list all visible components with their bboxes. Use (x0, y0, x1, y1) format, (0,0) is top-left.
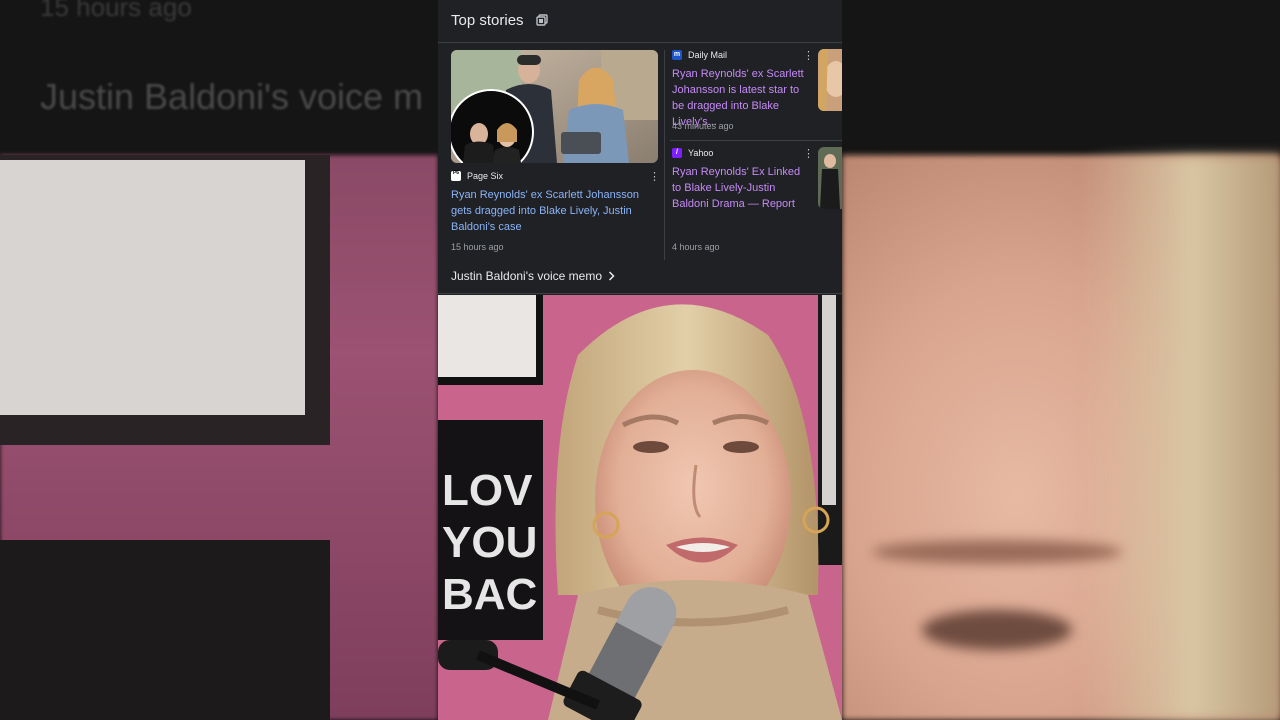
chevron-right-icon (609, 271, 615, 281)
backdrop-hair (1082, 155, 1280, 720)
main-story-image (451, 50, 658, 163)
main-story-time: 15 hours ago (451, 242, 504, 252)
presenter-image: LOV YOU BAC (438, 295, 842, 720)
more-stories-label: Justin Baldoni's voice memo (451, 269, 603, 283)
poster-text-line-2: YOU (442, 518, 537, 567)
side-story-divider (670, 140, 842, 141)
side-story-2-source-name: Yahoo (688, 148, 714, 158)
yahoo-logo: / (672, 148, 682, 158)
more-stories-link[interactable]: Justin Baldoni's voice memo (451, 269, 615, 283)
side-story-2-thumbnail[interactable] (818, 147, 842, 209)
backdrop-frame-paper (0, 160, 305, 415)
more-options-icon[interactable]: ⋮ (803, 49, 814, 62)
poster-text-line-1: LOV (442, 466, 533, 515)
backdrop-eyebrow (872, 540, 1122, 564)
side-story-1-source-name: Daily Mail (688, 50, 728, 60)
stack-icon[interactable] (535, 13, 549, 27)
backdrop-heading: Justin Baldoni's voice m (40, 76, 424, 117)
main-story-source: P6 Page Six (451, 171, 503, 181)
backdrop-header-right (842, 0, 1280, 155)
side-story-1-image (818, 49, 842, 111)
side-story-1-source: m Daily Mail (672, 50, 727, 60)
right-backdrop (842, 0, 1280, 720)
column-divider (664, 50, 665, 260)
side-story-2-headline[interactable]: Ryan Reynolds' Ex Linked to Blake Lively… (672, 164, 812, 212)
backdrop-time: 15 hours ago (40, 0, 192, 22)
main-story-thumbnail[interactable] (451, 50, 658, 163)
section-divider (438, 293, 842, 294)
main-story-source-name: Page Six (467, 171, 504, 181)
daily-mail-logo: m (672, 50, 682, 60)
video-frame: LOV YOU BAC (438, 295, 842, 720)
more-options-icon[interactable]: ⋮ (649, 170, 660, 183)
main-story-headline[interactable]: Ryan Reynolds' ex Scarlett Johansson get… (451, 187, 658, 235)
side-story-1-time: 43 minutes ago (672, 121, 734, 131)
poster-text-line-3: BAC (442, 570, 537, 619)
backdrop-poster (0, 540, 330, 720)
more-options-icon[interactable]: ⋮ (803, 147, 814, 160)
top-stories-title: Top stories (451, 12, 524, 29)
top-stories-header: Top stories (438, 0, 842, 43)
side-story-2-time: 4 hours ago (672, 242, 720, 252)
side-story-2-image (818, 147, 842, 209)
page-six-logo: P6 (451, 171, 461, 181)
phone-screen: Top stories P6 Page Six ⋮ Ryan Reynolds'… (438, 0, 842, 720)
side-story-1-thumbnail[interactable] (818, 49, 842, 111)
side-story-2-source: / Yahoo (672, 148, 713, 158)
left-backdrop: 15 hours ago Justin Baldoni's voice m (0, 0, 438, 720)
backdrop-eye (922, 610, 1072, 650)
